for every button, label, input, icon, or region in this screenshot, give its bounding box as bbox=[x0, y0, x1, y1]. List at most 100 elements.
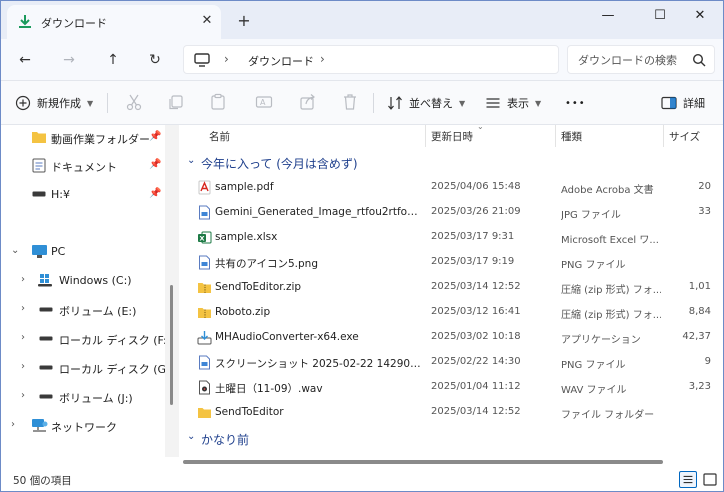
delete-icon[interactable] bbox=[341, 93, 359, 111]
zip-icon bbox=[198, 308, 211, 318]
column-divider[interactable] bbox=[663, 125, 664, 147]
search-box[interactable] bbox=[567, 45, 715, 74]
file-row[interactable]: スクリーンショット 2025-02-22 142902.png 2025/02/… bbox=[179, 350, 723, 375]
address-bar[interactable]: › ダウンロード › bbox=[183, 45, 559, 74]
sidebar-item-f-drive[interactable]: › ローカル ディスク (F:) bbox=[1, 326, 171, 352]
chevron-right-icon[interactable]: › bbox=[21, 303, 25, 314]
share-icon[interactable] bbox=[299, 93, 317, 111]
chevron-down-icon: ⌄ bbox=[187, 155, 196, 166]
sidebar-scrollbar[interactable] bbox=[165, 125, 179, 457]
file-date: 2025/02/22 14:30 bbox=[431, 356, 521, 367]
file-size: 8,84 bbox=[688, 306, 711, 317]
file-row[interactable]: MHAudioConverter-x64.exe 2025/03/02 10:1… bbox=[179, 325, 723, 350]
audio-file-icon bbox=[199, 380, 210, 395]
file-type: Microsoft Excel ワ... bbox=[561, 235, 659, 246]
file-type: 圧縮 (zip 形式) フォ... bbox=[561, 285, 661, 296]
view-button[interactable]: 表示 ▼ bbox=[485, 91, 541, 115]
file-row[interactable]: 共有のアイコン5.png 2025/03/17 9:19 PNG ファイル bbox=[179, 250, 723, 275]
breadcrumb-downloads[interactable]: ダウンロード bbox=[248, 53, 314, 69]
sidebar-item-label: ローカル ディスク (G:) bbox=[59, 363, 175, 376]
file-date: 2025/03/17 9:31 bbox=[431, 231, 515, 242]
refresh-button[interactable]: ↻ bbox=[141, 47, 169, 73]
pin-icon: 📌 bbox=[149, 131, 162, 142]
back-button[interactable]: ← bbox=[11, 47, 39, 73]
chevron-right-icon[interactable]: › bbox=[21, 390, 25, 401]
file-row[interactable]: Gemini_Generated_Image_rtfou2rtfou2rtfou… bbox=[179, 200, 723, 225]
sort-button[interactable]: 並べ替え ▼ bbox=[387, 91, 465, 115]
search-input[interactable] bbox=[578, 51, 688, 69]
file-row[interactable]: SendToEditor 2025/03/14 12:52 ファイル フォルダー bbox=[179, 400, 723, 425]
pc-icon bbox=[32, 245, 47, 258]
file-date: 2025/03/26 21:09 bbox=[431, 206, 521, 217]
sidebar-item-j-drive[interactable]: › ボリューム (J:) bbox=[1, 384, 169, 410]
chevron-right-icon[interactable]: › bbox=[21, 361, 25, 372]
cut-icon[interactable] bbox=[125, 93, 143, 111]
chevron-right-icon[interactable]: › bbox=[21, 332, 25, 343]
file-row[interactable]: sample.pdf 2025/04/06 15:48 Adobe Acroba… bbox=[179, 175, 723, 200]
tab-downloads[interactable]: ダウンロード ✕ bbox=[7, 5, 221, 39]
rename-icon[interactable]: A bbox=[255, 93, 273, 111]
sidebar-item-video-folder[interactable]: 動画作業フォルダー 📌 bbox=[1, 125, 169, 151]
sidebar-item-label: ボリューム (J:) bbox=[59, 392, 133, 405]
image-file-icon bbox=[199, 205, 210, 220]
more-options-button[interactable]: ••• bbox=[565, 91, 586, 115]
sidebar-item-c-drive[interactable]: › Windows (C:) bbox=[1, 268, 169, 294]
tiles-view-icon[interactable] bbox=[701, 471, 719, 488]
minimize-button[interactable]: — bbox=[585, 1, 631, 31]
sidebar-item-pc[interactable]: ⌄ PC bbox=[1, 239, 169, 265]
chevron-right-icon[interactable]: › bbox=[320, 52, 325, 66]
status-bar: 50 個の項目 bbox=[1, 467, 723, 491]
details-pane-icon bbox=[661, 96, 677, 110]
scrollbar-thumb[interactable] bbox=[183, 460, 663, 464]
paste-icon[interactable] bbox=[209, 93, 227, 111]
file-row[interactable]: 土曜日（11-09）.wav 2025/01/04 11:12 WAV ファイル… bbox=[179, 375, 723, 400]
chevron-right-icon[interactable]: › bbox=[21, 274, 25, 285]
divider bbox=[373, 93, 374, 113]
file-row[interactable]: X sample.xlsx 2025/03/17 9:31 Microsoft … bbox=[179, 225, 723, 250]
sidebar-item-h-drive[interactable]: H:¥ 📌 bbox=[1, 182, 169, 208]
chevron-down-icon: ▼ bbox=[459, 98, 466, 108]
horizontal-scrollbar[interactable] bbox=[179, 457, 723, 467]
title-bar: ダウンロード ✕ + — ☐ ✕ bbox=[1, 1, 723, 39]
file-size: 1,01 bbox=[688, 281, 711, 292]
sidebar-item-e-drive[interactable]: › ボリューム (E:) bbox=[1, 297, 169, 323]
file-size: 9 bbox=[704, 356, 711, 367]
sort-icon bbox=[388, 96, 402, 110]
new-tab-button[interactable]: + bbox=[233, 10, 255, 32]
copy-icon[interactable] bbox=[167, 93, 185, 111]
scrollbar-thumb[interactable] bbox=[170, 285, 173, 405]
item-count: 50 個の項目 bbox=[13, 475, 72, 487]
chevron-down-icon[interactable]: ⌄ bbox=[11, 245, 19, 256]
up-button[interactable]: ↑ bbox=[99, 47, 127, 73]
chevron-right-icon[interactable]: › bbox=[11, 419, 15, 430]
file-row[interactable]: Roboto.zip 2025/03/12 16:41 圧縮 (zip 形式) … bbox=[179, 300, 723, 325]
column-divider[interactable] bbox=[555, 125, 556, 147]
column-divider[interactable] bbox=[425, 125, 426, 147]
sidebar-item-label: H:¥ bbox=[51, 188, 70, 201]
sidebar-item-label: ローカル ディスク (F:) bbox=[59, 334, 171, 347]
new-button[interactable]: 新規作成 ▼ bbox=[15, 91, 93, 115]
file-type: 圧縮 (zip 形式) フォ... bbox=[561, 310, 661, 321]
file-row[interactable]: SendToEditor.zip 2025/03/14 12:52 圧縮 (zi… bbox=[179, 275, 723, 300]
file-type: WAV ファイル bbox=[561, 385, 627, 396]
drive-icon bbox=[39, 307, 53, 312]
sidebar-item-documents[interactable]: ドキュメント 📌 bbox=[1, 153, 169, 179]
forward-button[interactable]: → bbox=[55, 47, 83, 73]
file-explorer-window: ダウンロード ✕ + — ☐ ✕ ← → ↑ ↻ › ダウンロード › ダウンロ… bbox=[0, 0, 724, 492]
download-icon bbox=[19, 15, 31, 28]
pdf-icon bbox=[198, 180, 211, 195]
zip-icon bbox=[198, 283, 211, 293]
file-name: Roboto.zip bbox=[215, 306, 271, 318]
file-date: 2025/04/06 15:48 bbox=[431, 181, 521, 192]
drive-icon bbox=[39, 336, 53, 341]
tab-close-button[interactable]: ✕ bbox=[197, 11, 217, 31]
sidebar-item-network[interactable]: › ネットワーク bbox=[1, 413, 169, 439]
details-button[interactable]: 詳細 bbox=[661, 91, 705, 115]
divider bbox=[107, 93, 108, 113]
sidebar-item-g-drive[interactable]: › ローカル ディスク (G:) bbox=[1, 355, 174, 381]
file-size: 3,23 bbox=[688, 381, 711, 392]
close-window-button[interactable]: ✕ bbox=[677, 1, 723, 31]
details-view-icon[interactable] bbox=[679, 471, 697, 488]
file-date: 2025/01/04 11:12 bbox=[431, 381, 521, 392]
installer-icon bbox=[197, 331, 212, 345]
